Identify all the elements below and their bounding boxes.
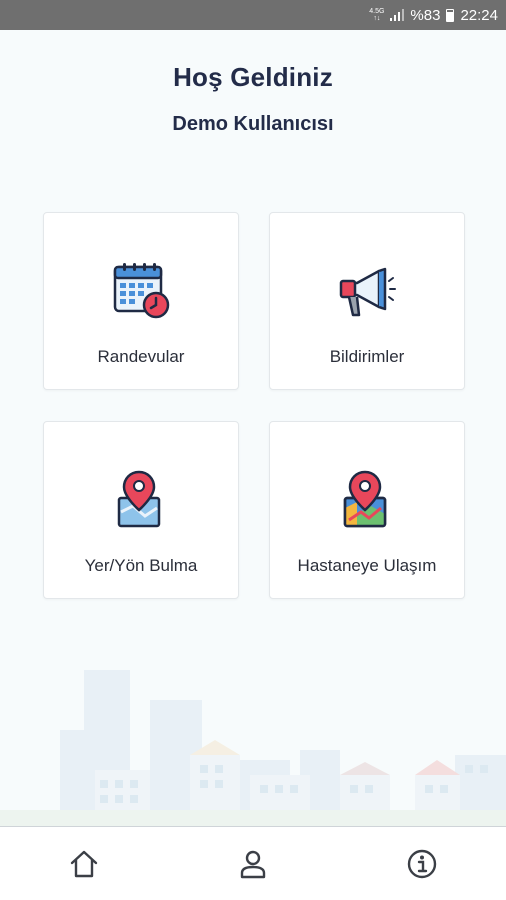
- appointments-label: Randevular: [97, 347, 185, 366]
- network-indicator: 4.5G ↑↓: [369, 8, 384, 22]
- battery-percent: %83: [410, 6, 441, 24]
- city-skyline-illustration: [0, 670, 506, 826]
- info-icon: [407, 849, 436, 878]
- signal-icon: [390, 9, 405, 21]
- megaphone-icon: [339, 267, 396, 317]
- battery-icon: [446, 8, 455, 22]
- network-type: 4.5G: [369, 8, 385, 15]
- home-icon: [71, 850, 98, 877]
- user-name: Demo Kullanıcısı: [172, 113, 334, 135]
- notifications-label: Bildirimler: [329, 347, 405, 366]
- network-activity: ↑↓: [373, 15, 381, 22]
- appointments-card[interactable]: Randevular: [43, 212, 239, 390]
- nav-profile-button[interactable]: [233, 844, 273, 884]
- notifications-card[interactable]: Bildirimler: [269, 212, 465, 390]
- calendar-clock-icon: [113, 263, 170, 319]
- map-route-icon: [343, 470, 387, 528]
- status-bar: 4.5G ↑↓ %83 22:24: [0, 0, 506, 30]
- nav-home-button[interactable]: [64, 844, 104, 884]
- map-pin-icon: [117, 470, 161, 528]
- hospital-access-card[interactable]: Hastaneye Ulaşım: [269, 421, 465, 599]
- page-title: Hoş Geldiniz: [173, 62, 333, 92]
- welcome-header: Hoş Geldiniz Demo Kullanıcısı: [0, 62, 506, 136]
- bottom-navigation: [0, 826, 506, 900]
- wayfinding-label: Yer/Yön Bulma: [84, 556, 198, 575]
- wayfinding-card[interactable]: Yer/Yön Bulma: [43, 421, 239, 599]
- user-icon: [240, 850, 266, 878]
- clock: 22:24: [460, 6, 498, 24]
- hospital-access-label: Hastaneye Ulaşım: [297, 556, 437, 575]
- nav-info-button[interactable]: [402, 844, 442, 884]
